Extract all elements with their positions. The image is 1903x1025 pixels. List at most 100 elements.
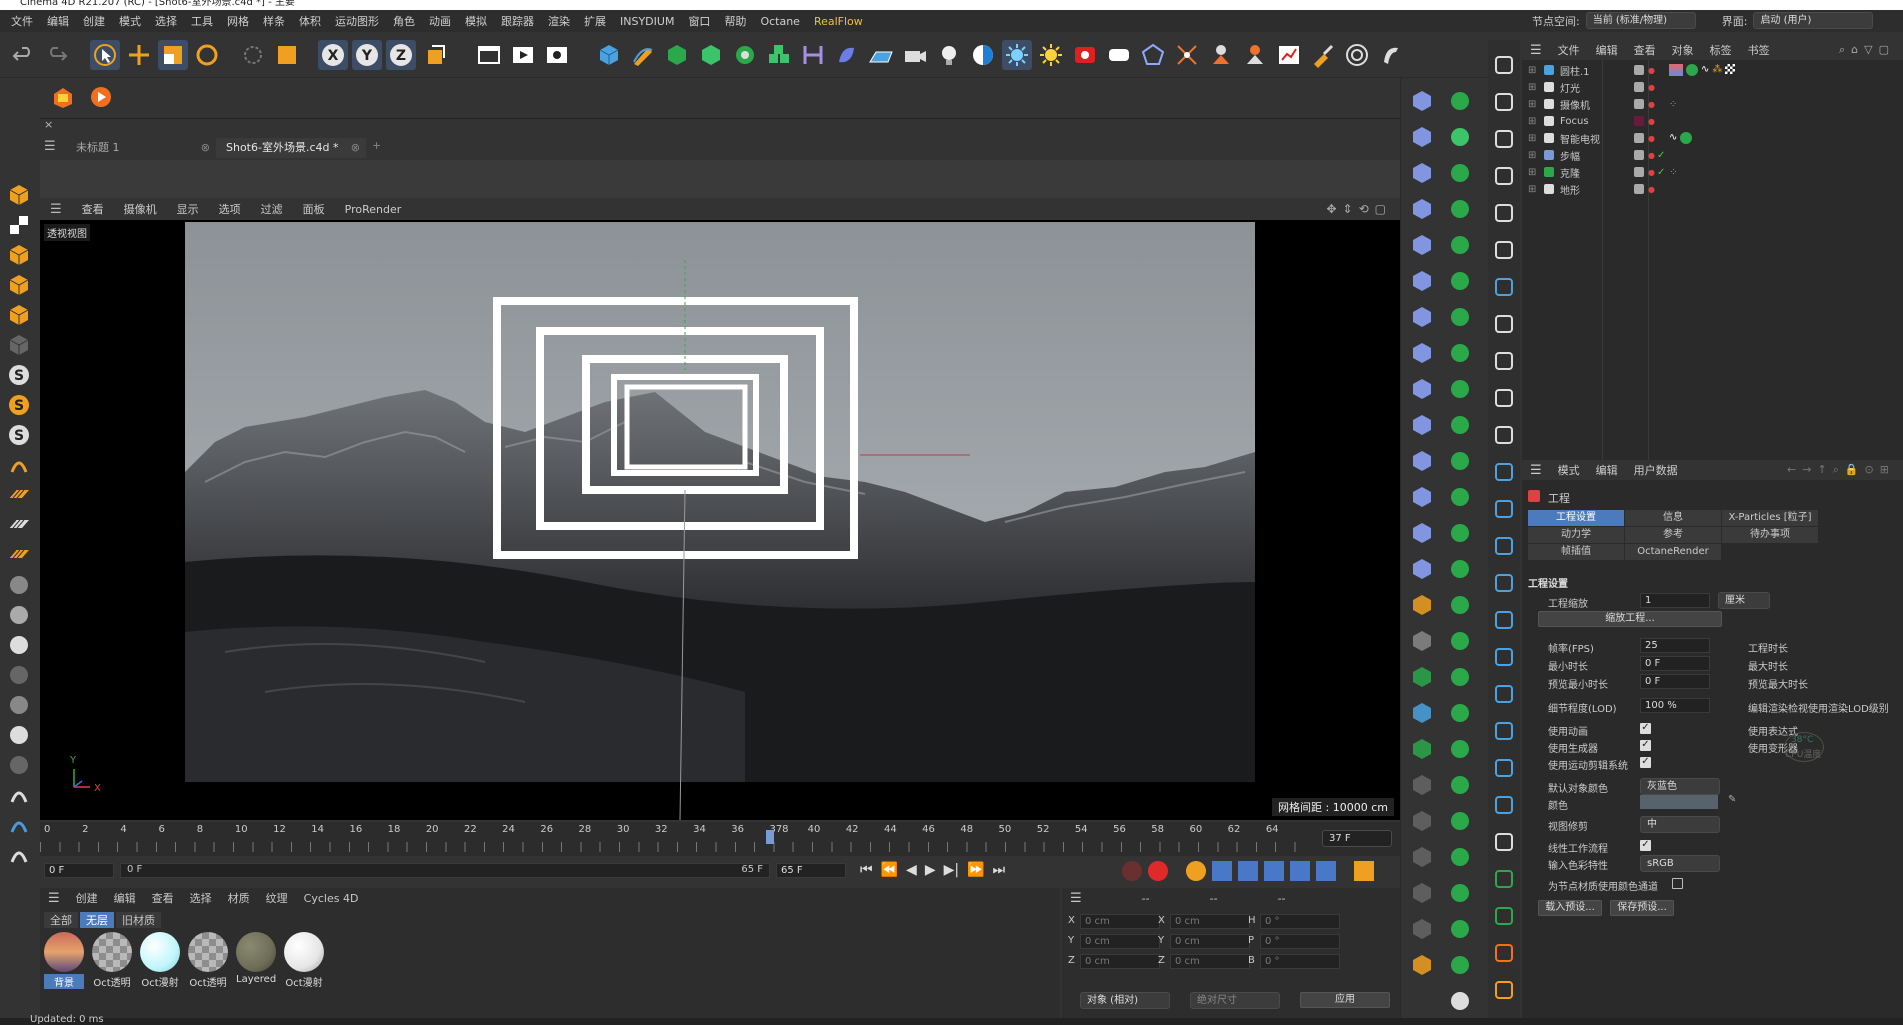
expand-icon[interactable]: ⊞ [1528,116,1538,127]
pen-spline-icon[interactable] [628,40,658,70]
expand-icon[interactable]: ⊞ [1528,99,1538,110]
generator-tool-icon[interactable] [1445,482,1475,512]
viewport-nav-icons[interactable]: ✥⇕⟲▢ [1326,202,1392,216]
object-tool-icon[interactable] [1407,446,1437,476]
generator-tool-icon[interactable] [1445,554,1475,584]
spline-tool-icon[interactable] [1489,198,1519,228]
object-tool-icon[interactable] [1407,770,1437,800]
tag-phong-icon[interactable] [1685,64,1698,76]
mix-icon[interactable] [4,660,34,690]
generator-tool-icon[interactable] [1445,266,1475,296]
project-scale-unit-dropdown[interactable]: 厘米 [1718,592,1770,609]
material-menu-view[interactable]: 查看 [144,890,182,906]
object-tool-icon[interactable] [1407,194,1437,224]
filter-old-material[interactable]: 旧材质 [116,912,161,928]
save-preset-button[interactable]: 保存预设... [1610,900,1674,916]
menu-volume[interactable]: 体积 [292,13,328,29]
layer-visibility-icon[interactable] [1634,99,1644,109]
object-manager-search-icons[interactable]: ⌕⌂▽▢ [1839,43,1895,57]
menu-mode[interactable]: 模式 [112,13,148,29]
tab-info[interactable]: 信息 [1625,510,1722,526]
tag-vibrate-icon[interactable]: ∿ [1701,64,1709,76]
coordinate-system-icon[interactable] [420,40,450,70]
generator-tool-icon[interactable] [1445,446,1475,476]
viewport-menu-camera[interactable]: 摄像机 [114,201,167,217]
graph-icon[interactable] [1274,40,1304,70]
live-selection-icon[interactable] [272,40,302,70]
recent-tools-icon[interactable] [238,40,268,70]
tabs-menu-icon[interactable]: ☰ [44,139,56,154]
sculpt-icon[interactable] [1376,40,1406,70]
extrude-icon[interactable] [696,40,726,70]
tab-todo[interactable]: 待办事项 [1722,527,1819,543]
field-icon[interactable] [832,40,862,70]
preview-min-field[interactable]: 0 F [1640,674,1710,689]
spline-tool-icon[interactable] [1489,87,1519,117]
spline-tool-icon[interactable] [1489,124,1519,154]
x-axis-lock-icon[interactable]: X [318,40,348,70]
spline-tool-icon[interactable] [1489,605,1519,635]
generator-tool-icon[interactable] [1445,86,1475,116]
menu-simulate[interactable]: 模拟 [458,13,494,29]
spiral-icon[interactable] [4,810,34,840]
generator-tool-icon[interactable] [1445,158,1475,188]
tab-xparticles[interactable]: X-Particles [粒子] [1722,510,1819,526]
expand-icon[interactable]: ⊞ [1528,82,1538,93]
enabled-check-icon[interactable]: ✓ [1657,167,1665,178]
object-tool-icon[interactable] [1407,734,1437,764]
spline-tool-icon[interactable] [1489,235,1519,265]
spline-tool-icon[interactable] [1489,346,1519,376]
sphere-light-icon[interactable] [4,600,34,630]
generator-tool-icon[interactable] [1445,194,1475,224]
sphere-gray-icon[interactable] [4,570,34,600]
menu-window[interactable]: 窗口 [681,13,717,29]
project-scale-field[interactable]: 1 [1640,593,1710,608]
axis-mode-icon[interactable] [4,330,34,360]
spline-tool-icon[interactable] [1489,494,1519,524]
coord-rotation-field[interactable]: 0 ° [1260,934,1340,949]
generator-tool-icon[interactable] [1445,302,1475,332]
menu-mograph[interactable]: 运动图形 [328,13,386,29]
layer-visibility-icon[interactable] [1634,133,1644,143]
object-tool-icon[interactable] [1407,230,1437,260]
attribute-menu-userdata[interactable]: 用户数据 [1626,462,1686,478]
material-item[interactable]: Oct漫射 [284,932,324,989]
viewport-menu-panel[interactable]: 面板 [293,201,335,217]
tab-dynamics[interactable]: 动力学 [1528,527,1625,543]
coord-mode-dropdown[interactable]: 对象 (相对) [1080,992,1170,1009]
object-tool-icon[interactable] [1407,338,1437,368]
scale-project-button[interactable]: 缩放工程... [1538,611,1722,627]
y-axis-lock-icon[interactable]: Y [352,40,382,70]
viewport-menu-view[interactable]: 查看 [72,201,114,217]
menu-realflow[interactable]: RealFlow [807,15,870,28]
filter-all[interactable]: 全部 [44,912,78,928]
brush-tool-icon[interactable] [1308,40,1338,70]
spline-tool-icon[interactable] [1489,679,1519,709]
subdivision-icon[interactable] [662,40,692,70]
linear-workflow-checkbox[interactable]: ✓ [1640,840,1651,851]
render-dots-icon[interactable]: ● [1648,168,1655,177]
pla-key-icon[interactable] [1316,861,1336,881]
floor-icon[interactable] [866,40,896,70]
ball2-icon[interactable] [4,720,34,750]
material-menu-texture[interactable]: 纹理 [258,890,296,906]
load-preset-button[interactable]: 载入预设... [1538,900,1602,916]
viewport-menu-filter[interactable]: 过滤 [251,201,293,217]
generator-tool-icon[interactable] [1445,986,1475,1016]
material-item[interactable]: Oct漫射 [140,932,180,989]
object-tool-icon[interactable] [1407,86,1437,116]
material-menu-create[interactable]: 创建 [68,890,106,906]
tag-phong-icon[interactable] [1680,132,1693,144]
spline-tool-icon[interactable] [1489,901,1519,931]
menu-mesh[interactable]: 网格 [220,13,256,29]
object-row[interactable]: ⊞ 地形 ● [1522,179,1903,199]
material-menu-edit[interactable]: 编辑 [106,890,144,906]
render-dots-icon[interactable]: ● [1648,66,1655,75]
menu-help[interactable]: 帮助 [717,13,753,29]
object-tool-icon[interactable] [1407,698,1437,728]
material-item[interactable]: Oct透明 [188,932,228,989]
layer-visibility-icon[interactable] [1634,82,1644,92]
tab-project-settings[interactable]: 工程设置 [1528,510,1625,526]
goto-end-icon[interactable]: ⏭ [993,862,1006,878]
layer-visibility-icon[interactable] [1634,150,1644,160]
